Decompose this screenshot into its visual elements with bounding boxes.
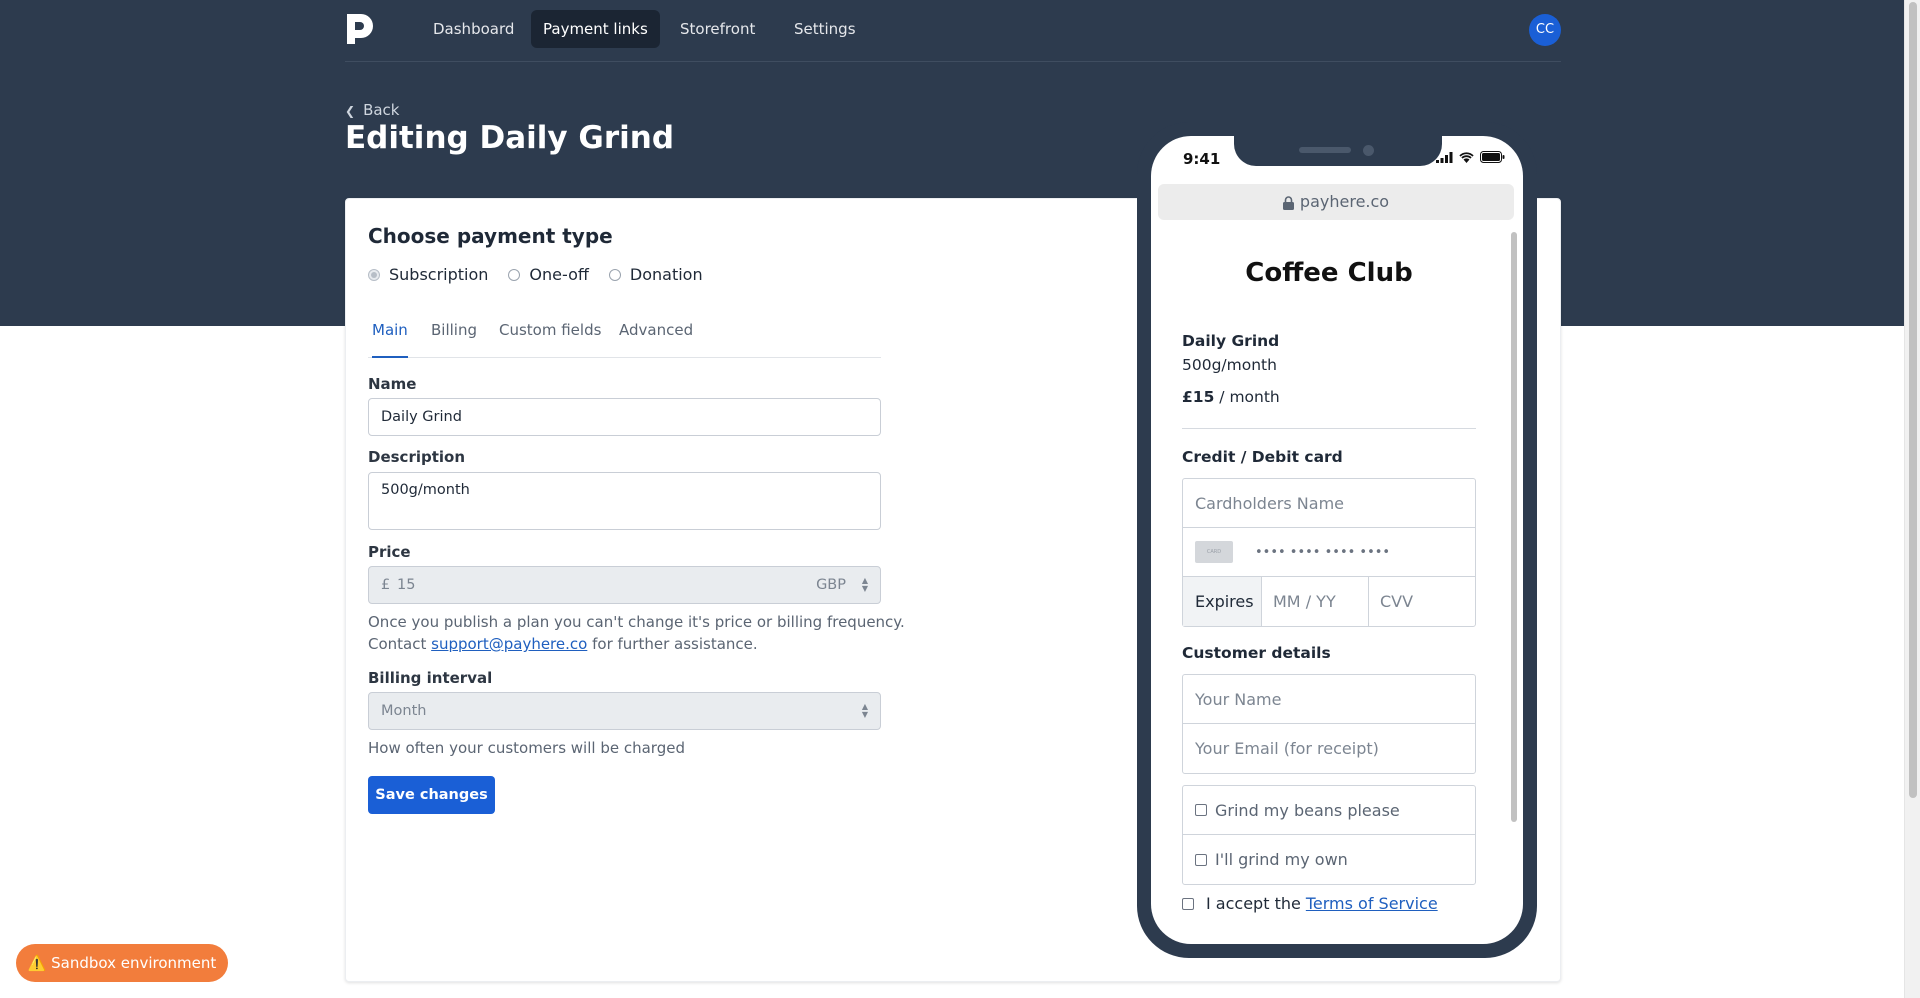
customer-name-input[interactable]: Your Name [1183,675,1475,724]
tab-billing[interactable]: Billing [431,316,477,358]
interval-help-text: How often your customers will be charged [368,739,685,757]
card-number-input[interactable]: CARD •••• •••• •••• •••• [1183,528,1475,577]
name-label: Name [368,375,417,393]
credit-card-icon: CARD [1195,541,1233,563]
billing-interval-label: Billing interval [368,669,493,687]
cvv-input[interactable]: CVV [1369,577,1413,626]
signal-icon [1436,151,1453,163]
back-link[interactable]: ❮ Back [345,101,399,119]
checkbox[interactable] [1195,853,1207,866]
option-label: I'll grind my own [1215,850,1348,869]
support-email-link[interactable]: support@payhere.co [431,635,587,653]
radio-one-off[interactable]: One-off [508,265,589,284]
price-value: 15 [397,577,416,593]
expires-label: Expires [1183,577,1262,626]
plan-name: Daily Grind [1182,332,1280,350]
phone-screen: 9:41 payhere.co Coffee Club Daily Grind … [1151,136,1523,944]
price-help-contact: Contact [368,635,427,653]
store-name: Coffee Club [1245,258,1413,288]
radio-dot[interactable] [508,268,521,281]
price-help-suffix: for further assistance. [592,635,758,653]
price-period: / month [1219,388,1280,406]
browser-url-bar[interactable]: payhere.co [1158,184,1514,220]
preview-scrollbar[interactable] [1511,232,1517,822]
name-input[interactable]: Daily Grind [368,398,881,436]
status-time: 9:41 [1183,150,1221,168]
card-fields: Cardholders Name CARD •••• •••• •••• ••••… [1182,478,1476,627]
price-label: Price [368,543,411,561]
description-textarea[interactable]: 500g/month [368,472,881,530]
user-avatar[interactable]: CC [1529,14,1561,46]
radio-donation[interactable]: Donation [608,265,703,284]
top-navigation: Dashboard Payment links Storefront Setti… [345,0,1561,62]
page-title: Editing Daily Grind [345,120,675,156]
radio-label: Donation [629,265,703,284]
battery-icon [1480,151,1505,163]
select-chevron-icon: ▲ ▼ [861,702,868,719]
option-label: Grind my beans please [1215,800,1400,820]
terms-of-service-link[interactable]: Terms of Service [1306,894,1438,913]
url-text: payhere.co [1299,192,1390,211]
option-grind-beans[interactable]: Grind my beans please [1183,786,1475,835]
billing-interval-select[interactable]: Month ▲ ▼ [368,692,881,730]
terms-row: I accept the Terms of Service [1182,894,1438,913]
price-help-line: Once you publish a plan you can't change… [368,613,905,631]
nav-dashboard[interactable]: Dashboard [421,10,526,48]
plan-description: 500g/month [1182,356,1277,374]
card-number-placeholder: •••• •••• •••• •••• [1255,544,1391,560]
sandbox-environment-badge[interactable]: ⚠️ Sandbox environment [16,944,228,982]
stepper-icon[interactable]: ▲ ▼ [862,577,868,593]
price-help-text: Once you publish a plan you can't change… [368,611,905,655]
scrollbar-thumb[interactable] [1909,2,1917,798]
terms-checkbox[interactable] [1182,897,1194,910]
chevron-left-icon: ❮ [345,104,356,118]
form-tabs: Main Billing Custom fields Advanced [368,316,881,358]
page-scrollbar[interactable] [1904,0,1920,998]
preview-divider [1182,428,1476,429]
nav-storefront[interactable]: Storefront [668,10,767,48]
radio-dot[interactable] [368,268,380,281]
expiry-input[interactable]: MM / YY [1262,577,1369,626]
lock-icon [1282,195,1294,210]
description-label: Description [368,448,466,466]
radio-label: Subscription [389,265,489,284]
nav-settings[interactable]: Settings [782,10,868,48]
customer-fields: Your Name Your Email (for receipt) [1182,674,1476,774]
radio-dot[interactable] [608,268,621,281]
expiry-row: Expires MM / YY CVV [1183,577,1475,626]
payment-type-heading: Choose payment type [368,224,613,248]
status-icons [1436,151,1505,163]
plan-price: £15 / month [1182,388,1280,406]
price-amount: £15 [1182,388,1215,406]
radio-label: One-off [529,265,589,284]
back-label: Back [363,101,400,119]
currency-code: GBP [816,577,846,593]
terms-label: I accept the [1206,894,1301,913]
payhere-logo-icon[interactable] [345,12,375,46]
payment-type-radios: Subscription One-off Donation [368,265,703,284]
grind-options: Grind my beans please I'll grind my own [1182,785,1476,885]
tab-advanced[interactable]: Advanced [619,316,693,358]
save-changes-button[interactable]: Save changes [368,776,495,814]
cardholder-name-input[interactable]: Cardholders Name [1183,479,1475,528]
tab-main[interactable]: Main [372,316,408,358]
option-grind-own[interactable]: I'll grind my own [1183,835,1475,884]
card-section-heading: Credit / Debit card [1182,448,1343,466]
currency-symbol: £ [381,577,391,593]
checkbox[interactable] [1195,804,1207,816]
nav-payment-links[interactable]: Payment links [531,10,660,48]
phone-preview: 9:41 payhere.co Coffee Club Daily Grind … [1137,122,1537,958]
customer-section-heading: Customer details [1182,644,1331,662]
tab-custom-fields[interactable]: Custom fields [499,316,601,358]
wifi-icon [1459,151,1474,163]
price-input[interactable]: £ 15 GBP ▲ ▼ [368,566,881,604]
radio-subscription[interactable]: Subscription [368,265,488,284]
customer-email-input[interactable]: Your Email (for receipt) [1183,724,1475,773]
billing-interval-value: Month [381,703,427,719]
phone-notch [1234,136,1442,166]
